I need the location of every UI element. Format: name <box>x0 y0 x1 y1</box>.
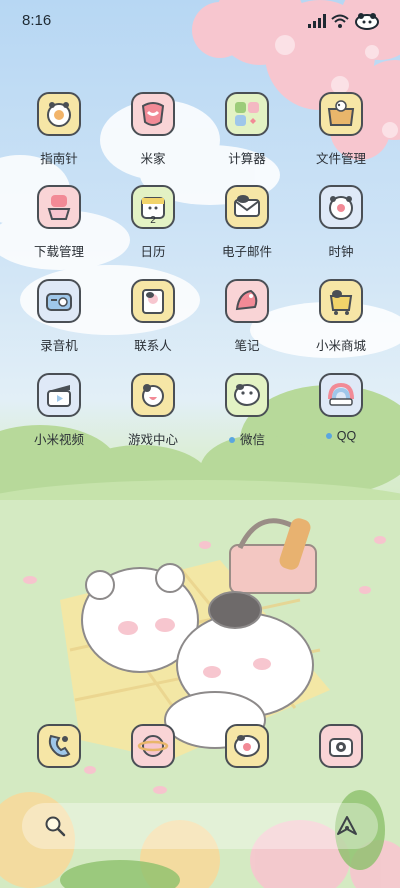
app-label-text: 微信 <box>239 433 265 447</box>
app-recorder[interactable]: 录音机 <box>14 279 104 357</box>
app-notes[interactable]: 笔记 <box>202 279 292 357</box>
app-game-center[interactable]: 游戏中心 <box>108 373 198 451</box>
app-label-text: QQ <box>336 429 357 443</box>
battery-icon <box>355 13 379 30</box>
dock-app-messages[interactable] <box>202 724 292 768</box>
app-label: 小米商城 <box>296 335 386 354</box>
app-label-text: 计算器 <box>228 152 266 166</box>
app-shop[interactable]: 小米商城 <box>296 279 386 357</box>
dock-app-browser[interactable] <box>108 724 198 768</box>
app-mail[interactable]: 电子邮件 <box>202 185 292 263</box>
qq-icon[interactable] <box>319 373 363 417</box>
recorder-icon[interactable] <box>37 279 81 323</box>
shop-icon[interactable] <box>319 279 363 323</box>
messages-icon[interactable] <box>225 724 269 768</box>
game-center-icon[interactable] <box>131 373 175 417</box>
app-label: 录音机 <box>14 335 104 354</box>
app-calendar[interactable]: 2 日历 <box>108 185 198 263</box>
phone-icon[interactable] <box>37 724 81 768</box>
wifi-icon <box>331 14 349 28</box>
app-label: 微信 <box>202 429 292 448</box>
app-label: 联系人 <box>108 335 198 354</box>
app-label: 电子邮件 <box>202 241 292 260</box>
app-calculator[interactable]: 计算器 <box>202 92 292 170</box>
app-label-text: 小米视频 <box>33 433 84 447</box>
app-label-text: 录音机 <box>40 339 78 353</box>
app-label-text: 小米商城 <box>315 339 366 353</box>
camera-icon[interactable] <box>319 724 363 768</box>
app-label: 日历 <box>108 241 198 260</box>
wechat-icon[interactable] <box>225 373 269 417</box>
signal-icon <box>308 14 326 28</box>
status-bar: 8:16 <box>0 0 400 40</box>
app-label-text: 游戏中心 <box>127 433 178 447</box>
app-label: 文件管理 <box>296 148 386 167</box>
download-icon[interactable] <box>37 185 81 229</box>
app-label: QQ <box>296 429 386 443</box>
app-wechat[interactable]: 微信 <box>202 373 292 451</box>
mail-icon[interactable] <box>225 185 269 229</box>
folder-icon[interactable] <box>319 92 363 136</box>
app-clock[interactable]: 时钟 <box>296 185 386 263</box>
app-label: 笔记 <box>202 335 292 354</box>
app-folder[interactable]: 文件管理 <box>296 92 386 170</box>
status-icons <box>308 12 380 30</box>
dock-app-camera[interactable] <box>296 724 386 768</box>
app-contacts[interactable]: 联系人 <box>108 279 198 357</box>
calculator-icon[interactable] <box>225 92 269 136</box>
app-compass[interactable]: 指南针 <box>14 92 104 170</box>
app-label-text: 指南针 <box>40 152 78 166</box>
app-label: 米家 <box>108 148 198 167</box>
app-label-text: 时钟 <box>328 245 354 259</box>
app-label-text: 下载管理 <box>33 245 84 259</box>
app-label: 计算器 <box>202 148 292 167</box>
new-install-dot <box>325 432 332 439</box>
status-time: 8:16 <box>22 12 52 29</box>
browser-icon[interactable] <box>131 724 175 768</box>
new-install-dot <box>228 436 235 443</box>
dock-app-phone[interactable] <box>14 724 104 768</box>
video-icon[interactable] <box>37 373 81 417</box>
app-download[interactable]: 下载管理 <box>14 185 104 263</box>
app-label-text: 笔记 <box>234 339 260 353</box>
contacts-icon[interactable] <box>131 279 175 323</box>
app-label: 小米视频 <box>14 429 104 448</box>
app-label-text: 文件管理 <box>315 152 366 166</box>
clock-icon[interactable] <box>319 185 363 229</box>
app-label: 时钟 <box>296 241 386 260</box>
notes-icon[interactable] <box>225 279 269 323</box>
app-label-text: 日历 <box>140 245 166 259</box>
app-label: 指南针 <box>14 148 104 167</box>
assistant-icon[interactable] <box>336 815 358 837</box>
calendar-icon[interactable]: 2 <box>131 185 175 229</box>
app-label: 游戏中心 <box>108 429 198 448</box>
app-label-text: 米家 <box>140 152 166 166</box>
compass-icon[interactable] <box>37 92 81 136</box>
app-label-text: 电子邮件 <box>221 245 272 259</box>
app-label-text: 联系人 <box>134 339 172 353</box>
search-icon[interactable] <box>44 815 66 837</box>
calendar-date-badge: 2 <box>150 215 156 226</box>
app-video[interactable]: 小米视频 <box>14 373 104 451</box>
app-qq[interactable]: QQ <box>296 373 386 451</box>
app-mijia[interactable]: 米家 <box>108 92 198 170</box>
search-bar[interactable] <box>22 803 378 849</box>
mijia-icon[interactable] <box>131 92 175 136</box>
app-label: 下载管理 <box>14 241 104 260</box>
